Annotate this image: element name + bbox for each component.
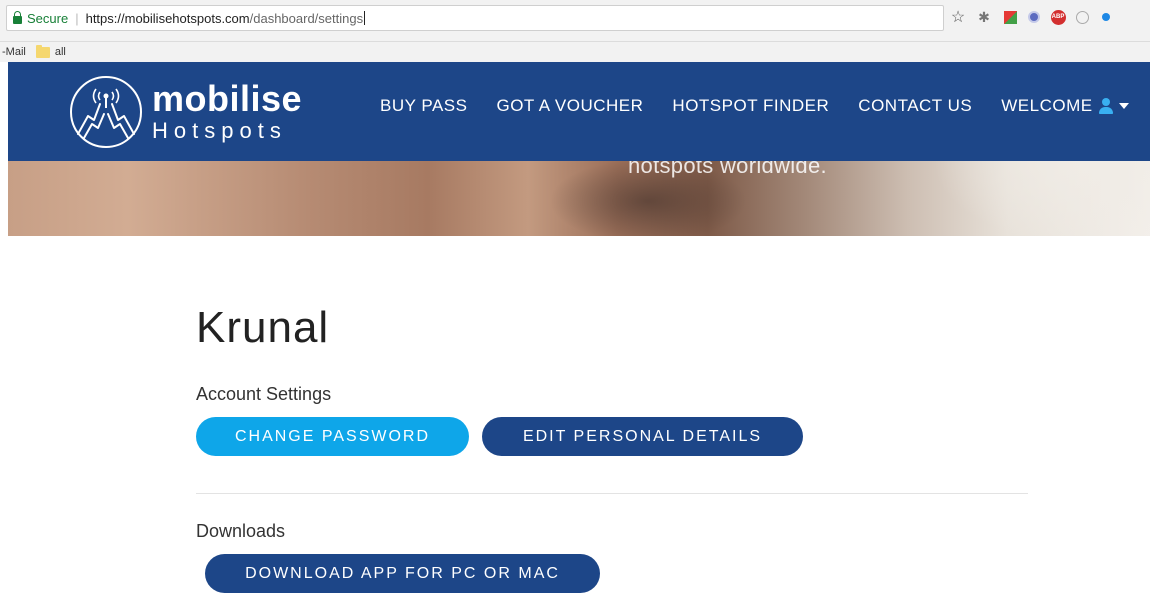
downloads-heading: Downloads	[196, 521, 286, 541]
address-bar[interactable]: Secure | https://mobilisehotspots.com/da…	[6, 5, 944, 31]
logo-name: mobilise	[152, 78, 303, 119]
bookmark-label: -Mail	[2, 46, 26, 58]
bookmark-mail[interactable]: -Mail	[0, 46, 26, 58]
hero-banner: hotspots worldwide.	[8, 161, 1150, 236]
url-path: /dashboard/settings	[249, 10, 364, 26]
bookmark-all[interactable]: all	[35, 44, 66, 58]
bookmark-label: all	[54, 46, 66, 58]
account-settings-actions: CHANGE PASSWORD EDIT PERSONAL DETAILS	[196, 417, 1028, 456]
logo-subtitle: Hotspots	[152, 118, 287, 143]
download-app-button[interactable]: DOWNLOAD APP FOR PC OR MAC	[205, 554, 600, 593]
star-icon[interactable]: ☆	[950, 9, 966, 26]
logo-text: mobilise Hotspots	[152, 81, 302, 143]
blue-circle-icon[interactable]	[1026, 9, 1042, 25]
nav-buy-pass[interactable]: BUY PASS	[380, 96, 467, 116]
lock-icon	[13, 10, 22, 24]
main-nav: BUY PASS GOT A VOUCHER HOTSPOT FINDER CO…	[380, 96, 1129, 116]
account-settings-heading: Account Settings	[196, 384, 332, 404]
url-host: https://mobilisehotspots.com	[85, 10, 250, 26]
address-separator: |	[75, 10, 79, 26]
bug-icon[interactable]: ✱	[976, 9, 992, 25]
site-logo[interactable]: mobilise Hotspots	[66, 74, 316, 150]
circle-outline-icon[interactable]	[1074, 9, 1090, 25]
color-square-icon[interactable]	[1002, 9, 1018, 25]
change-password-button[interactable]: CHANGE PASSWORD	[196, 417, 469, 456]
nav-contact-us[interactable]: CONTACT US	[858, 96, 972, 116]
hero-text: hotspots worldwide.	[628, 161, 827, 178]
nav-got-a-voucher[interactable]: GOT A VOUCHER	[496, 96, 643, 116]
site-header: mobilise Hotspots BUY PASS GOT A VOUCHER…	[8, 62, 1150, 161]
abp-icon[interactable]: ABP	[1050, 9, 1066, 25]
edit-personal-details-button[interactable]: EDIT PERSONAL DETAILS	[482, 417, 803, 456]
section-divider	[196, 493, 1028, 494]
user-name: Krunal	[196, 303, 330, 352]
folder-icon	[35, 44, 50, 58]
caret-down-icon	[1118, 103, 1129, 109]
text-caret	[364, 11, 366, 25]
user-icon	[1098, 98, 1114, 114]
bookmarks-bar: -Mail all	[0, 42, 1150, 62]
nav-hotspot-finder[interactable]: HOTSPOT FINDER	[672, 96, 829, 116]
account-panel: Krunal Account Settings CHANGE PASSWORD …	[196, 300, 1028, 593]
secure-label: Secure	[27, 10, 69, 26]
downloads-actions: DOWNLOAD APP FOR PC OR MAC	[196, 554, 1028, 593]
blue-dot-icon[interactable]	[1098, 9, 1114, 25]
nav-welcome-menu[interactable]: WELCOME	[1001, 96, 1129, 116]
browser-toolbar: Secure | https://mobilisehotspots.com/da…	[0, 0, 1150, 42]
welcome-label: WELCOME	[1001, 96, 1093, 115]
hotspot-hands-icon	[70, 76, 142, 148]
